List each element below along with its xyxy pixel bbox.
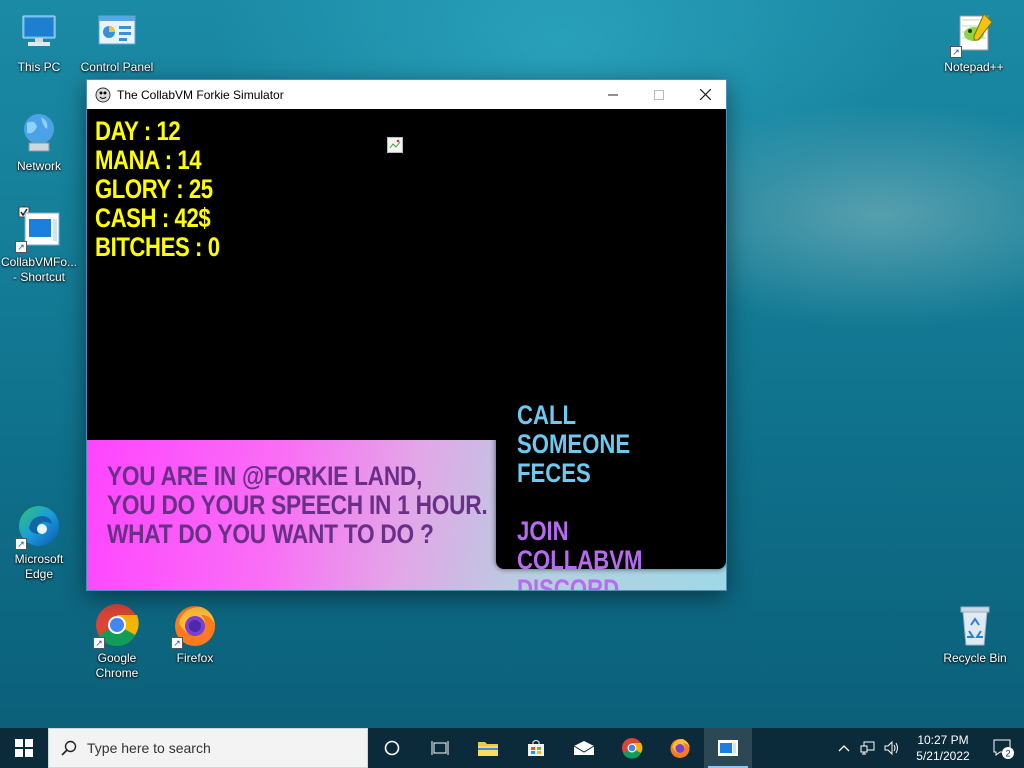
forkie-app-icon: [95, 87, 111, 102]
notepadpp-icon: ↗: [950, 10, 998, 58]
collabvm-app-icon: [718, 740, 738, 756]
shortcut-arrow-icon: ↗: [15, 241, 27, 253]
cortana-button[interactable]: [368, 728, 416, 768]
edge-icon: ↗: [15, 502, 63, 550]
desktop-icon-edge[interactable]: ↗ Microsoft Edge: [0, 502, 79, 582]
speaker-icon: [884, 741, 898, 755]
collabvm-app-icon: ↗: [15, 205, 63, 253]
call-someone-feces-option[interactable]: CALL SOMEONE FECES: [517, 401, 688, 488]
stat-cash: CASH : 42$: [95, 203, 211, 233]
desktop-icon-collabvm-shortcut[interactable]: ↗ CollabVMFo... - Shortcut: [0, 205, 79, 285]
window-title: The CollabVM Forkie Simulator: [117, 87, 284, 102]
wired-network-icon: [860, 741, 875, 755]
close-button[interactable]: [682, 80, 728, 109]
control-panel-icon: [93, 10, 141, 58]
chrome-icon: ↗: [93, 601, 141, 649]
maximize-button[interactable]: [636, 80, 682, 109]
stat-mana: MANA : 14: [95, 145, 202, 175]
desktop-icon-control-panel[interactable]: Control Panel: [77, 10, 157, 75]
firefox-icon: [670, 739, 690, 758]
shortcut-arrow-icon: ↗: [171, 637, 183, 649]
mail-button[interactable]: [560, 728, 608, 768]
taskbar-clock[interactable]: 10:27 PM 5/21/2022: [904, 732, 982, 764]
desktop-icon-chrome[interactable]: ↗ Google Chrome: [77, 601, 157, 681]
message-line: YOU DO YOUR SPEECH IN 1 HOUR.: [107, 490, 488, 520]
chrome-taskbar-button[interactable]: [608, 728, 656, 768]
file-explorer-button[interactable]: [464, 728, 512, 768]
notification-count: 2: [1005, 749, 1010, 759]
desktop-icon-recycle-bin[interactable]: Recycle Bin: [935, 601, 1015, 666]
recycle-bin-icon: [951, 601, 999, 649]
shortcut-arrow-icon: ↗: [15, 538, 27, 550]
stat-day: DAY : 12: [95, 116, 181, 146]
taskbar: Type here to search 10:27 PM 5/21/2022 2: [0, 728, 1024, 768]
search-icon: [61, 740, 77, 756]
taskbar-search-box[interactable]: Type here to search: [48, 728, 368, 768]
desktop-icon-firefox[interactable]: ↗ Firefox: [155, 601, 235, 666]
message-line: YOU ARE IN @FORKIE LAND,: [107, 461, 423, 491]
window-titlebar[interactable]: The CollabVM Forkie Simulator: [87, 80, 726, 109]
join-collabvm-discord-option[interactable]: JOIN COLLABVM DISCORD: [517, 517, 688, 591]
firefox-icon: ↗: [171, 601, 219, 649]
desktop-icon-notepadpp[interactable]: ↗ Notepad++: [934, 10, 1014, 75]
shortcut-arrow-icon: ↗: [93, 637, 105, 649]
microsoft-store-button[interactable]: [512, 728, 560, 768]
show-hidden-icons-button[interactable]: [832, 728, 856, 768]
desktop-icon-this-pc[interactable]: This PC: [0, 10, 79, 75]
task-view-button[interactable]: [416, 728, 464, 768]
network-tray-button[interactable]: [856, 728, 880, 768]
volume-tray-button[interactable]: [880, 728, 904, 768]
stat-bitches: BITCHES : 0: [95, 232, 220, 262]
folder-icon: [478, 742, 498, 756]
store-bag-icon: [528, 740, 544, 756]
start-button[interactable]: [0, 728, 48, 768]
computer-icon: [15, 10, 63, 58]
message-line: WHAT DO YOU WANT TO DO ?: [107, 519, 434, 549]
notification-icon: 2: [993, 739, 1014, 759]
maximize-icon: [654, 89, 664, 100]
minimize-button[interactable]: [590, 80, 636, 109]
choice-menu: CALL SOMEONE FECES JOIN COLLABVM DISCORD: [496, 381, 726, 590]
firefox-taskbar-button[interactable]: [656, 728, 704, 768]
close-icon: [699, 89, 711, 100]
game-canvas: DAY : 12 MANA : 14 GLORY : 25 CASH : 42$…: [87, 109, 726, 590]
clock-date: 5/21/2022: [916, 749, 970, 763]
network-icon: [15, 109, 63, 157]
shortcut-arrow-icon: ↗: [950, 46, 962, 58]
action-center-button[interactable]: 2: [982, 728, 1024, 768]
broken-image-icon: [387, 137, 403, 153]
minimize-icon: [608, 94, 618, 95]
cortana-icon: [384, 740, 400, 756]
app-window: The CollabVM Forkie Simulator DAY : 12 M…: [86, 79, 727, 591]
stats-panel: DAY : 12 MANA : 14 GLORY : 25 CASH : 42$…: [95, 117, 247, 262]
search-placeholder: Type here to search: [87, 740, 211, 756]
windows-logo-icon: [15, 739, 33, 757]
chevron-up-icon: [838, 745, 850, 752]
desktop-icon-network[interactable]: Network: [0, 109, 79, 174]
system-tray: 10:27 PM 5/21/2022 2: [832, 728, 1024, 768]
clock-time: 10:27 PM: [917, 733, 969, 747]
collabvm-taskbar-button[interactable]: [704, 728, 752, 768]
task-view-icon: [431, 741, 449, 755]
mail-icon: [573, 741, 595, 755]
chrome-icon: [622, 738, 643, 759]
stat-glory: GLORY : 25: [95, 174, 213, 204]
